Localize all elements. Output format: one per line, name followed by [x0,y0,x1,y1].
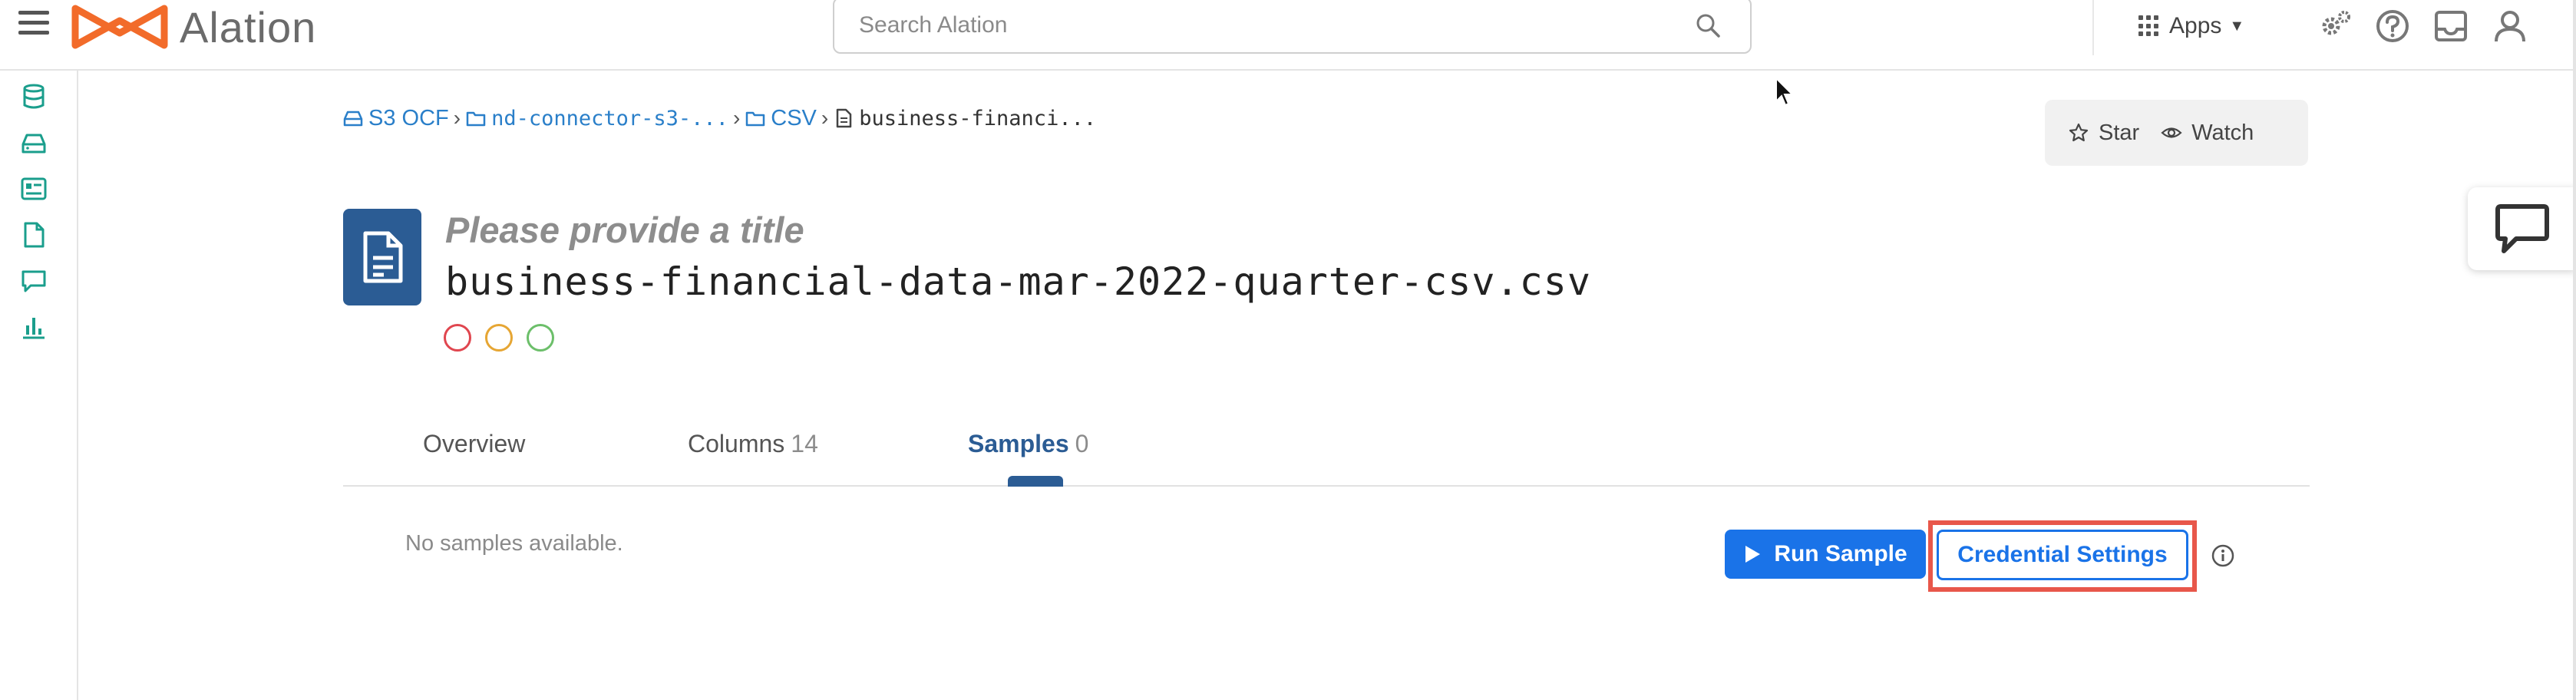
mouse-cursor-icon [1775,77,1795,107]
file-icon [836,108,852,128]
trust-flags [444,324,568,352]
analytics-chart-icon[interactable] [20,313,48,341]
warning-flag-icon[interactable] [485,324,513,352]
top-bar: Alation Apps ▼ [0,0,2576,71]
right-border [2573,0,2576,700]
file-type-tile [343,209,421,305]
star-watch-panel: Star Watch [2045,100,2308,166]
search-input[interactable] [857,12,1689,39]
help-icon[interactable] [2374,8,2411,45]
alation-logo[interactable]: Alation [71,0,316,54]
tab-bar: Overview Columns 14 Samples 0 [343,414,2310,487]
tab-label: Columns [688,430,785,457]
breadcrumb-label: CSV [771,105,817,130]
folder-icon [466,111,486,127]
active-tab-indicator [1008,476,1063,487]
tab-label: Samples [968,430,1069,457]
breadcrumb-item-csv[interactable]: CSV [745,106,817,131]
storage-icon[interactable] [20,129,48,157]
catalog-card-icon[interactable] [20,175,48,203]
chevron-right-icon: › [732,106,741,130]
inbox-icon[interactable] [2432,8,2469,45]
watch-button[interactable]: Watch [2161,121,2254,146]
apps-label: Apps [2169,13,2222,38]
page-title: business-financial-data-mar-2022-quarter… [445,259,1591,304]
storage-icon [343,111,363,127]
info-icon[interactable] [2211,543,2235,568]
star-button[interactable]: Star [2068,121,2139,146]
breadcrumb-item-s3-ocf[interactable]: S3 OCF [342,106,449,131]
search-icon[interactable] [1695,12,1721,38]
run-sample-button[interactable]: Run Sample [1725,530,1926,579]
play-icon [1745,546,1761,563]
apps-grid-icon [2138,15,2160,37]
chevron-right-icon: › [821,106,829,130]
breadcrumb-label: nd-connector-s3-... [491,106,728,130]
eye-icon [2161,127,2182,138]
settings-gears-icon[interactable] [2316,8,2353,45]
run-sample-label: Run Sample [1774,541,1907,566]
hamburger-menu-icon[interactable] [18,11,49,38]
tab-count: 0 [1075,430,1089,457]
title-placeholder[interactable]: Please provide a title [445,209,804,251]
breadcrumb-item-current: business-financi... [833,107,1096,130]
left-nav-rail [0,71,78,700]
header-divider [2092,0,2094,55]
endorsement-flag-icon[interactable] [527,324,554,352]
tab-label: Overview [423,430,526,457]
watch-label: Watch [2191,120,2254,145]
tab-columns[interactable]: Columns 14 [688,430,818,458]
chevron-right-icon: › [453,106,461,130]
chevron-down-icon: ▼ [2229,17,2245,35]
alation-logo-mark-icon [71,5,168,49]
conversation-icon[interactable] [20,267,48,295]
star-label: Star [2099,120,2140,145]
credential-settings-label: Credential Settings [1957,542,2168,567]
tab-samples[interactable]: Samples 0 [968,430,1088,458]
search-bar[interactable] [833,0,1752,54]
breadcrumb: S3 OCF › nd-connector-s3-... › CSV › bus… [342,103,1096,134]
file-document-icon [363,231,403,283]
credential-settings-button[interactable]: Credential Settings [1937,530,2188,580]
chat-widget-button[interactable] [2468,187,2576,270]
breadcrumb-item-connector[interactable]: nd-connector-s3-... [465,107,728,130]
document-icon[interactable] [20,221,48,249]
apps-menu-button[interactable]: Apps ▼ [2138,11,2244,41]
breadcrumb-label: business-financi... [859,106,1097,130]
tab-count: 14 [791,430,818,457]
logo-text: Alation [180,2,317,51]
empty-samples-message: No samples available. [405,531,623,556]
user-profile-icon[interactable] [2492,8,2528,45]
deprecation-flag-icon[interactable] [444,324,471,352]
tab-overview[interactable]: Overview [423,430,525,458]
chat-bubble-icon [2495,204,2549,253]
database-icon[interactable] [20,83,48,111]
folder-icon [746,111,765,127]
star-icon [2069,123,2089,142]
breadcrumb-label: S3 OCF [368,105,449,130]
